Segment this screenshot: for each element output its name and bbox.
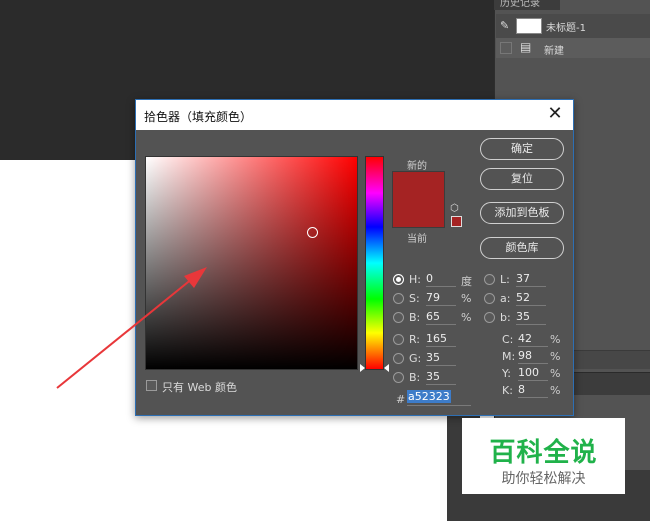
cyan-label: C: xyxy=(502,333,514,346)
hex-input[interactable]: a52323 xyxy=(407,390,471,406)
history-tab[interactable]: 历史记录 xyxy=(494,0,560,10)
hue-slider-handle-right[interactable] xyxy=(384,364,389,372)
lab-l-input[interactable]: 37 xyxy=(516,272,546,287)
dialog-titlebar[interactable]: 拾色器（填充颜色） ✕ xyxy=(136,100,573,130)
saturation-unit: % xyxy=(461,292,472,305)
cyan-unit: % xyxy=(550,333,561,346)
black-label: K: xyxy=(502,384,513,397)
yellow-unit: % xyxy=(550,367,561,380)
radio-lab-l[interactable] xyxy=(484,274,495,285)
radio-green[interactable] xyxy=(393,353,404,364)
hue-unit: 度 xyxy=(461,275,472,288)
blue-input[interactable]: 35 xyxy=(426,370,456,385)
yellow-input[interactable]: 100 xyxy=(518,366,548,381)
brightness-unit: % xyxy=(461,311,472,324)
lab-l-label: L: xyxy=(500,273,510,286)
radio-saturation[interactable] xyxy=(393,293,404,304)
new-color-swatch xyxy=(392,171,445,201)
color-field[interactable] xyxy=(145,156,358,370)
hue-slider[interactable] xyxy=(365,156,384,370)
reset-button[interactable]: 复位 xyxy=(480,168,564,190)
current-color-label: 当前 xyxy=(407,234,427,245)
lab-a-input[interactable]: 52 xyxy=(516,291,546,306)
history-step-row[interactable]: ▤ 新建 xyxy=(496,38,650,58)
current-color-swatch[interactable] xyxy=(392,200,445,228)
radio-blue[interactable] xyxy=(393,372,404,383)
red-label: R: xyxy=(409,333,421,346)
websafe-color-swatch[interactable] xyxy=(451,216,462,227)
magenta-input[interactable]: 98 xyxy=(518,349,548,364)
watermark: 百科全说 助你轻松解决 xyxy=(462,418,625,494)
red-input[interactable]: 165 xyxy=(426,332,456,347)
lab-b-input[interactable]: 35 xyxy=(516,310,546,325)
radio-brightness[interactable] xyxy=(393,312,404,323)
add-to-swatches-button[interactable]: 添加到色板 xyxy=(480,202,564,224)
brightness-input[interactable]: 65 xyxy=(426,310,456,325)
dialog-title: 拾色器（填充颜色） xyxy=(144,110,253,124)
color-libraries-button[interactable]: 颜色库 xyxy=(480,237,564,259)
watermark-title: 百科全说 xyxy=(489,438,598,468)
radio-lab-b[interactable] xyxy=(484,312,495,323)
brush-icon: ✎ xyxy=(500,19,510,32)
snapshot-label: 未标题-1 xyxy=(546,23,586,34)
blue-label: B: xyxy=(409,371,421,384)
step-label: 新建 xyxy=(544,46,564,57)
history-snapshot-row[interactable]: ✎ 未标题-1 xyxy=(496,14,650,38)
radio-hue[interactable] xyxy=(393,274,404,285)
cyan-input[interactable]: 42 xyxy=(518,332,548,347)
black-input[interactable]: 8 xyxy=(518,383,548,398)
document-icon: ▤ xyxy=(520,40,532,54)
watermark-subtitle: 助你轻松解决 xyxy=(501,471,586,487)
hex-value[interactable]: a52323 xyxy=(407,390,451,403)
magenta-label: M: xyxy=(502,350,516,363)
lab-b-label: b: xyxy=(500,311,511,324)
saturation-label: S: xyxy=(409,292,420,305)
magenta-unit: % xyxy=(550,350,561,363)
hue-slider-handle-left[interactable] xyxy=(360,364,365,372)
history-checkbox[interactable] xyxy=(500,42,512,54)
hue-label: H: xyxy=(409,273,421,286)
color-picker-ring[interactable] xyxy=(307,227,318,238)
yellow-label: Y: xyxy=(502,367,511,380)
snapshot-thumbnail xyxy=(516,18,542,34)
brightness-label: B: xyxy=(409,311,421,324)
lab-a-label: a: xyxy=(500,292,511,305)
green-input[interactable]: 35 xyxy=(426,351,456,366)
hue-input[interactable]: 0 xyxy=(426,272,456,287)
radio-lab-a[interactable] xyxy=(484,293,495,304)
close-icon[interactable]: ✕ xyxy=(544,104,566,126)
ok-button[interactable]: 确定 xyxy=(480,138,564,160)
black-unit: % xyxy=(550,384,561,397)
websafe-cube-icon[interactable]: ⬡ xyxy=(450,203,459,214)
web-only-label: 只有 Web 颜色 xyxy=(162,381,237,394)
hex-prefix: # xyxy=(396,393,406,406)
green-label: G: xyxy=(409,352,422,365)
web-only-checkbox[interactable] xyxy=(146,380,157,391)
saturation-input[interactable]: 79 xyxy=(426,291,456,306)
color-picker-dialog: 拾色器（填充颜色） ✕ 新的 当前 ⬡ 确定 复位 添加到色板 颜色库 H: 0… xyxy=(135,99,574,416)
radio-red[interactable] xyxy=(393,334,404,345)
new-color-label: 新的 xyxy=(407,161,427,172)
